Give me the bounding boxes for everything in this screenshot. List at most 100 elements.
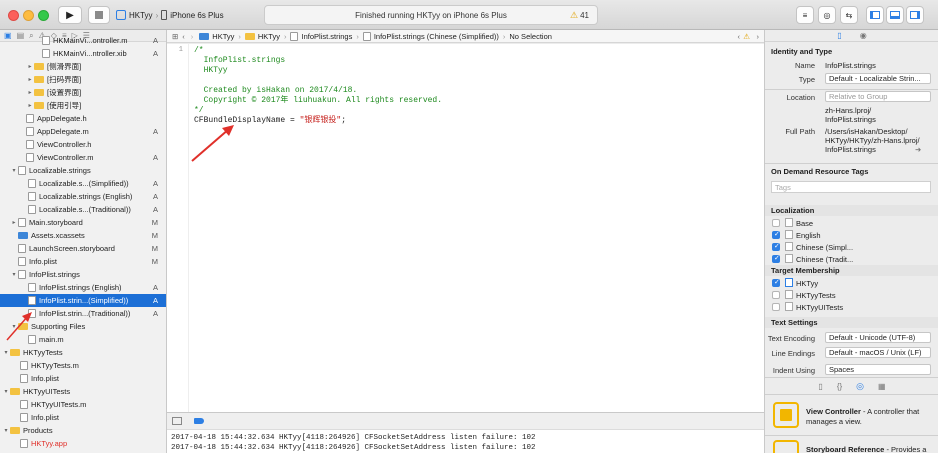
line-endings-popup[interactable]: Default - macOS / Unix (LF) bbox=[825, 347, 931, 358]
navigator-row[interactable]: HKMainVi...ntroller.xib A bbox=[0, 47, 166, 60]
disclosure-expanded-icon[interactable]: ▾ bbox=[2, 427, 10, 434]
back-button[interactable]: ‹ bbox=[182, 32, 185, 41]
navigator-row[interactable]: main.m bbox=[0, 333, 166, 346]
navigator-row[interactable]: Info.plist bbox=[0, 411, 166, 424]
target-checkbox[interactable] bbox=[772, 291, 780, 299]
type-popup[interactable]: Default - Localizable Strin... bbox=[825, 73, 931, 84]
navigator-row[interactable]: ▾ InfoPlist.strings bbox=[0, 268, 166, 281]
navigator-row[interactable]: InfoPlist.strin...(Traditional)) A bbox=[0, 307, 166, 320]
toggle-utilities-button[interactable] bbox=[906, 6, 924, 24]
quick-help-icon[interactable]: ◉ bbox=[860, 31, 867, 40]
library-item-storyboard-reference[interactable]: Storyboard Reference - Provides a bbox=[806, 445, 936, 453]
disclosure-collapsed-icon[interactable]: ▸ bbox=[26, 89, 34, 96]
jump-item-project[interactable]: HKTyy bbox=[212, 32, 234, 41]
jump-item-selection[interactable]: No Selection bbox=[509, 32, 552, 41]
media-library-icon[interactable]: ▦ bbox=[878, 382, 886, 391]
strings-file-icon bbox=[290, 31, 299, 41]
warning-badge[interactable]: ⚠ 41 bbox=[570, 10, 589, 21]
navigator-row[interactable]: ▾ Products bbox=[0, 424, 166, 437]
disclosure-collapsed-icon[interactable]: ▸ bbox=[10, 219, 18, 226]
disclosure-expanded-icon[interactable]: ▾ bbox=[10, 323, 18, 330]
disclosure-collapsed-icon[interactable]: ▸ bbox=[26, 76, 34, 83]
disclosure-expanded-icon[interactable]: ▾ bbox=[10, 271, 18, 278]
navigator-row[interactable]: HKMainVi...ontroller.m A bbox=[0, 34, 166, 47]
navigator-row[interactable]: ViewController.h bbox=[0, 138, 166, 151]
name-label: Name bbox=[794, 61, 815, 70]
navigator-row[interactable]: ▾ HKTyyTests bbox=[0, 346, 166, 359]
tags-field[interactable]: Tags bbox=[771, 181, 931, 193]
run-button[interactable]: ▶ bbox=[58, 6, 82, 24]
indent-popup[interactable]: Spaces bbox=[825, 364, 931, 375]
toggle-navigator-button[interactable] bbox=[866, 6, 884, 24]
navigator-row[interactable]: HKTyy.app bbox=[0, 437, 166, 450]
scheme-selector[interactable]: HKTyy › iPhone 6s Plus bbox=[116, 6, 258, 24]
console-output[interactable]: 2017-04-18 15:44:32.634 HKTyy[4118:26492… bbox=[167, 430, 764, 453]
jump-item-group[interactable]: HKTyy bbox=[258, 32, 280, 41]
file-template-icon[interactable]: ▯ bbox=[818, 382, 822, 391]
warning-icon[interactable]: ⚠ bbox=[743, 32, 750, 41]
name-value[interactable]: InfoPlist.strings bbox=[825, 61, 876, 70]
version-editor-button[interactable]: ⇆ bbox=[840, 6, 858, 24]
navigator-row[interactable]: Info.plist bbox=[0, 372, 166, 385]
previous-issue-button[interactable]: ‹ bbox=[738, 32, 741, 41]
navigator-row[interactable]: Localizable.s...(Simplified)) A bbox=[0, 177, 166, 190]
disclosure-expanded-icon[interactable]: ▾ bbox=[10, 167, 18, 174]
target-checkbox[interactable] bbox=[772, 303, 780, 311]
navigator-row[interactable]: AppDelegate.m A bbox=[0, 125, 166, 138]
source-editor[interactable]: 1 /* InfoPlist.strings HKTyy Created by … bbox=[167, 44, 764, 412]
navigator-row[interactable]: Localizable.s...(Traditional)) A bbox=[0, 203, 166, 216]
navigator-row[interactable]: InfoPlist.strings (English) A bbox=[0, 281, 166, 294]
object-library-icon[interactable]: ◎ bbox=[856, 381, 864, 392]
disclosure-expanded-icon[interactable]: ▾ bbox=[2, 349, 10, 356]
close-window-button[interactable] bbox=[8, 10, 19, 21]
toggle-debug-button[interactable] bbox=[886, 6, 904, 24]
zoom-window-button[interactable] bbox=[38, 10, 49, 21]
navigator-row[interactable]: ▾ Localizable.strings bbox=[0, 164, 166, 177]
localization-checkbox[interactable] bbox=[772, 254, 780, 263]
disclosure-expanded-icon[interactable]: ▾ bbox=[2, 388, 10, 395]
minimize-window-button[interactable] bbox=[23, 10, 34, 21]
navigator-row[interactable]: ▾ Supporting Files bbox=[0, 320, 166, 333]
library-item-view-controller[interactable]: View Controller - A controller that mana… bbox=[806, 407, 934, 427]
localization-checkbox[interactable] bbox=[772, 242, 780, 251]
navigator-row[interactable]: AppDelegate.h bbox=[0, 112, 166, 125]
navigator-row[interactable]: ▸ [使用引导] bbox=[0, 99, 166, 112]
breakpoints-toggle-icon[interactable] bbox=[194, 418, 204, 424]
navigator-row[interactable]: Assets.xcassets M bbox=[0, 229, 166, 242]
navigator-row[interactable]: HKTyyUITests.m bbox=[0, 398, 166, 411]
file-icon bbox=[18, 218, 26, 227]
localization-checkbox[interactable] bbox=[772, 230, 780, 239]
navigator-row[interactable]: ▾ HKTyyUITests bbox=[0, 385, 166, 398]
forward-button[interactable]: › bbox=[191, 32, 194, 41]
assistant-editor-button[interactable]: ◎ bbox=[818, 6, 836, 24]
localization-checkbox[interactable] bbox=[772, 219, 780, 227]
navigator-row[interactable]: ▸ [扫码界面] bbox=[0, 73, 166, 86]
navigator-row[interactable]: InfoPlist.strin...(Simplified)) A bbox=[0, 294, 166, 307]
navigator-row[interactable]: Localizable.strings (English) A bbox=[0, 190, 166, 203]
reveal-in-finder-icon[interactable]: ➜ bbox=[915, 145, 921, 154]
navigator-row[interactable]: ▸ Main.storyboard M bbox=[0, 216, 166, 229]
line-gutter[interactable]: 1 bbox=[167, 44, 189, 412]
jump-item-file[interactable]: InfoPlist.strings bbox=[301, 32, 352, 41]
navigator-row[interactable]: ▸ [设置界面] bbox=[0, 86, 166, 99]
navigator-row[interactable]: ▸ [侧滑界面] bbox=[0, 60, 166, 73]
navigator-row[interactable]: Info.plist M bbox=[0, 255, 166, 268]
jump-item-localization[interactable]: InfoPlist.strings (Chinese (Simplified)) bbox=[374, 32, 499, 41]
encoding-popup[interactable]: Default - Unicode (UTF-8) bbox=[825, 332, 931, 343]
standard-editor-button[interactable]: ≡ bbox=[796, 6, 814, 24]
target-label: HKTyyTests bbox=[796, 291, 836, 300]
stop-button[interactable] bbox=[88, 6, 110, 24]
navigator-row[interactable]: ViewController.m A bbox=[0, 151, 166, 164]
disclosure-collapsed-icon[interactable]: ▸ bbox=[26, 63, 34, 70]
next-issue-button[interactable]: › bbox=[757, 32, 760, 41]
related-items-icon[interactable]: ⊞ bbox=[172, 32, 178, 41]
location-popup[interactable]: Relative to Group bbox=[825, 91, 931, 102]
navigator-row[interactable]: LaunchScreen.storyboard M bbox=[0, 242, 166, 255]
disclosure-collapsed-icon[interactable]: ▸ bbox=[26, 102, 34, 109]
hide-debug-area-button[interactable] bbox=[172, 417, 182, 425]
target-checkbox[interactable] bbox=[772, 278, 780, 287]
navigator-row[interactable]: HKTyyTests.m bbox=[0, 359, 166, 372]
source-control-status: M bbox=[151, 257, 158, 266]
file-inspector-icon[interactable]: ▯ bbox=[837, 31, 841, 40]
code-snippet-icon[interactable]: {} bbox=[837, 382, 842, 391]
